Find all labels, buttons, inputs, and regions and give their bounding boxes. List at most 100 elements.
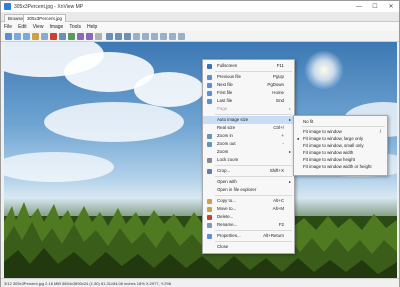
menu-item-shortcut: Alt+C bbox=[273, 198, 284, 203]
fullscreen-icon bbox=[207, 63, 212, 69]
menu-item-auto-image-size[interactable]: Auto image size ▸ bbox=[203, 116, 294, 124]
menu-item-label: Next file bbox=[217, 82, 233, 87]
menu-item-real-size[interactable]: Real size Ctrl+/ bbox=[203, 124, 294, 132]
photo-cornfield bbox=[4, 202, 397, 278]
menu-item-label: Real size bbox=[217, 125, 236, 130]
toolbar bbox=[1, 31, 399, 42]
menu-item-label: Delete... bbox=[217, 214, 234, 219]
menu-item-last-file[interactable]: Last file End bbox=[203, 97, 294, 105]
menu-item-shortcut: Shift+X bbox=[269, 168, 284, 173]
menu-item-delete[interactable]: Delete... bbox=[203, 213, 294, 221]
status-bar: 3/12 305x3Percent.jpg 2.16 MiB 5854x3890… bbox=[1, 278, 399, 287]
info-icon[interactable] bbox=[160, 33, 167, 40]
menu-item-label: Open in file explorer bbox=[217, 187, 257, 192]
menu-item-label: Lock zoom bbox=[217, 157, 239, 162]
dropdown-icon[interactable] bbox=[95, 33, 102, 40]
menu-image[interactable]: Image bbox=[46, 24, 66, 30]
chevron-right-icon: ▸ bbox=[288, 179, 291, 184]
compare-icon[interactable] bbox=[169, 33, 176, 40]
fit-icon[interactable] bbox=[124, 33, 131, 40]
forward-icon[interactable] bbox=[23, 33, 30, 40]
menu-item-zoom-out[interactable]: Zoom out - bbox=[203, 140, 294, 148]
window-title: 305x3Percent.jpg - XnView MP bbox=[14, 3, 84, 10]
maximize-button[interactable]: ☐ bbox=[367, 1, 383, 12]
folder-icon[interactable] bbox=[32, 33, 39, 40]
tab-image[interactable]: 305x3Percent.jpg bbox=[23, 14, 67, 22]
menu-item-shortcut: F2 bbox=[278, 222, 284, 227]
zoom-in-icon[interactable] bbox=[106, 33, 113, 40]
settings-icon[interactable] bbox=[178, 33, 185, 40]
minimize-button[interactable]: — bbox=[351, 1, 367, 12]
menu-item-label: Crop... bbox=[217, 168, 231, 173]
menu-item-label: Copy to... bbox=[217, 198, 236, 203]
fullscreen-icon[interactable] bbox=[133, 33, 140, 40]
browser-icon[interactable] bbox=[5, 33, 12, 40]
menu-separator bbox=[215, 71, 292, 72]
menu-item-shortcut: Alt+M bbox=[272, 206, 284, 211]
menu-help[interactable]: Help bbox=[84, 24, 100, 30]
previous-file-icon bbox=[207, 74, 212, 80]
menu-item-move-to[interactable]: Move to... Alt+M bbox=[203, 205, 294, 213]
menu-separator bbox=[215, 114, 292, 115]
xnview-logo-icon bbox=[4, 3, 11, 10]
menu-item-close[interactable]: Close bbox=[203, 243, 294, 251]
menu-item-crop[interactable]: Crop... Shift+X bbox=[203, 167, 294, 175]
close-button[interactable]: ✕ bbox=[383, 1, 399, 12]
menu-item-copy-to[interactable]: Copy to... Alt+C bbox=[203, 197, 294, 205]
back-icon[interactable] bbox=[14, 33, 21, 40]
menu-item-label: Page bbox=[217, 106, 228, 111]
menu-item-lock-zoom[interactable]: Lock zoom bbox=[203, 156, 294, 164]
menu-item-shortcut: Alt+Return bbox=[263, 233, 284, 238]
menu-view[interactable]: View bbox=[30, 24, 47, 30]
menu-item-label: Zoom bbox=[217, 149, 229, 154]
photo-cloud bbox=[134, 72, 204, 107]
menu-item-shortcut: PgDown bbox=[267, 82, 284, 87]
grid-icon[interactable] bbox=[151, 33, 158, 40]
chevron-right-icon: ▸ bbox=[288, 106, 291, 111]
menu-item-label: Open with bbox=[217, 179, 237, 184]
print-icon[interactable] bbox=[59, 33, 66, 40]
menu-item-zoom-in[interactable]: Zoom in + bbox=[203, 132, 294, 140]
menu-item-zoom[interactable]: Zoom ▸ bbox=[203, 148, 294, 156]
submenu-item-fit-image-to-window-width-or-height[interactable]: Fit image to window width or height bbox=[294, 163, 387, 171]
slideshow-icon[interactable] bbox=[142, 33, 149, 40]
menu-item-label: Close bbox=[217, 244, 229, 249]
menu-item-page: Page ▸ bbox=[203, 105, 294, 113]
save-icon[interactable] bbox=[41, 33, 48, 40]
edit-icon[interactable] bbox=[68, 33, 75, 40]
menu-item-previous-file[interactable]: Previous file PgUp bbox=[203, 73, 294, 81]
lock-zoom-icon bbox=[207, 157, 212, 163]
menu-tools[interactable]: Tools bbox=[66, 24, 84, 30]
last-file-icon bbox=[207, 98, 212, 104]
photo-cloud bbox=[44, 102, 184, 142]
rename-icon bbox=[207, 222, 212, 228]
menu-item-open-with[interactable]: Open with ▸ bbox=[203, 178, 294, 186]
menu-separator bbox=[215, 165, 292, 166]
rotate-left-icon[interactable] bbox=[77, 33, 84, 40]
delete-icon bbox=[207, 214, 212, 220]
menu-item-label: Zoom out bbox=[217, 141, 236, 146]
move-to-icon bbox=[207, 206, 212, 212]
delete-icon[interactable] bbox=[50, 33, 57, 40]
menu-item-rename[interactable]: Rename... F2 bbox=[203, 221, 294, 229]
menu-item-next-file[interactable]: Next file PgDown bbox=[203, 81, 294, 89]
menu-edit[interactable]: Edit bbox=[15, 24, 30, 30]
submenu-item-no-fit[interactable]: No fit bbox=[294, 118, 387, 126]
menu-item-label: Fullscreen bbox=[217, 63, 238, 68]
tab-bar: Browser 305x3Percent.jpg bbox=[1, 12, 399, 22]
zoom-out-icon[interactable] bbox=[115, 33, 122, 40]
zoom-in-icon bbox=[207, 133, 212, 139]
menu-item-open-in-file-explorer[interactable]: Open in file explorer bbox=[203, 186, 294, 194]
chevron-right-icon: ▸ bbox=[288, 117, 291, 122]
menu-bar: File Edit View Image Tools Help bbox=[1, 22, 399, 31]
menu-file[interactable]: File bbox=[1, 24, 15, 30]
menu-item-fullscreen[interactable]: Fullscreen F11 bbox=[203, 62, 294, 70]
menu-item-label: Zoom in bbox=[217, 133, 233, 138]
menu-item-shortcut: PgUp bbox=[273, 74, 284, 79]
first-file-icon bbox=[207, 90, 212, 96]
menu-item-first-file[interactable]: First file Home bbox=[203, 89, 294, 97]
menu-item-properties[interactable]: Properties... Alt+Return bbox=[203, 232, 294, 240]
rotate-right-icon[interactable] bbox=[86, 33, 93, 40]
menu-item-label: Last file bbox=[217, 98, 233, 103]
properties-icon bbox=[207, 233, 212, 239]
